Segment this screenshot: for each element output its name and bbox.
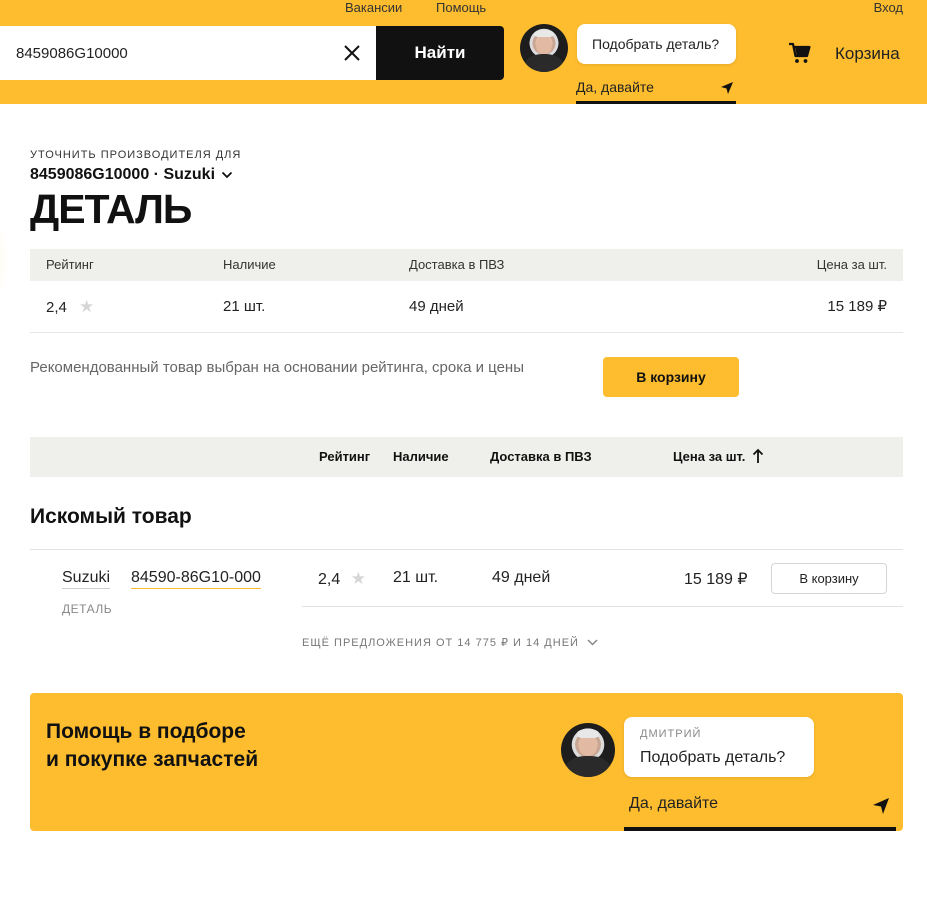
part-type-label: ДЕТАЛЬ [62,602,113,616]
cart-label[interactable]: Корзина [835,44,900,64]
chat-reply-label: Да, давайте [576,79,654,95]
rating-value: 2,4 [46,299,67,316]
refine-label: УТОЧНИТЬ ПРОИЗВОДИТЕЛЯ ДЛЯ [30,149,242,161]
chevron-down-icon [221,171,233,179]
cart-icon [789,42,811,63]
assistant-avatar[interactable] [520,24,568,72]
section-title: Искомый товар [30,505,192,528]
agent-avatar[interactable] [561,723,615,777]
page-title: ДЕТАЛЬ [30,186,192,232]
price-value: 15 189 ₽ [827,298,887,315]
clear-search-button[interactable] [340,41,364,65]
star-icon: ★ [350,569,366,588]
help-banner: Помощь в подборе и покупке запчастей ДМИ… [30,693,903,831]
close-icon [344,45,360,61]
offer-delivery: 49 дней [492,569,551,586]
link-help[interactable]: Помощь [436,0,486,15]
link-vacancies[interactable]: Вакансии [345,0,402,15]
agent-question: Подобрать деталь? [640,749,786,766]
recommended-row: 2,4 ★ 21 шт. 49 дней 15 189 ₽ [30,281,903,333]
cart-button[interactable] [788,41,812,65]
offer-rating: 2,4 ★ [318,569,366,589]
sort-delivery[interactable]: Доставка в ПВЗ [490,437,592,477]
offer-price: 15 189 ₽ [684,571,748,588]
divider [30,549,903,550]
chat-reply-button[interactable]: Да, давайте [576,76,736,104]
login-link[interactable]: Вход [874,0,903,15]
delivery-value: 49 дней [409,298,464,315]
manufacturer-selector-label: 8459086G10000 · Suzuki [30,166,216,183]
search-button[interactable]: Найти [376,26,504,80]
row-divider [302,606,903,607]
site-header: Вакансии Помощь Вход Найти Подобрать дет… [0,0,927,104]
offer-stock: 21 шт. [393,569,439,586]
search-box [0,26,376,80]
send-icon [873,798,889,814]
help-title-line2: и покупке запчастей [46,748,259,771]
agent-chat-bubble[interactable]: ДМИТРИЙ Подобрать деталь? [624,717,814,777]
help-title-line1: Помощь в подборе [46,720,246,743]
agent-reply-button[interactable]: Да, давайте [624,789,896,831]
add-to-cart-recommended-button[interactable]: В корзину [603,357,739,397]
offers-table-header: Рейтинг Наличие Доставка в ПВЗ Цена за ш… [30,437,903,477]
brand-link[interactable]: Suzuki [62,569,111,589]
star-icon: ★ [79,297,95,316]
help-title: Помощь в подборе и покупке запчастей [46,718,258,774]
header-delivery: Доставка в ПВЗ [409,257,505,272]
chat-bubble[interactable]: Подобрать деталь? [577,24,736,64]
agent-reply-label: Да, давайте [629,795,719,812]
more-offers-toggle[interactable]: ЕЩЁ ПРЕДЛОЖЕНИЯ ОТ 14 775 ₽ И 14 ДНЕЙ [302,636,598,649]
send-icon [721,82,733,94]
header-stock: Наличие [223,257,276,272]
sort-stock[interactable]: Наличие [393,437,449,477]
sort-rating[interactable]: Рейтинг [319,437,370,477]
header-price: Цена за шт. [816,257,887,272]
part-number-link[interactable]: 84590-86G10-000 [131,569,261,589]
agent-name: ДМИТРИЙ [640,728,702,740]
sort-price-label: Цена за шт. [673,449,746,464]
stock-value: 21 шт. [223,298,266,315]
decorative-glow [0,200,12,320]
recommendation-note: Рекомендованный товар выбран на основани… [30,359,524,376]
recommended-table-header: Рейтинг Наличие Доставка в ПВЗ Цена за ш… [30,249,903,281]
header-rating: Рейтинг [46,257,94,272]
search-input[interactable] [16,26,326,80]
add-to-cart-offer-button[interactable]: В корзину [771,563,887,594]
rating-cell: 2,4 ★ [46,281,94,334]
arrow-up-icon [752,448,764,463]
sort-price[interactable]: Цена за шт. [673,437,764,477]
more-offers-label: ЕЩЁ ПРЕДЛОЖЕНИЯ ОТ 14 775 ₽ И 14 ДНЕЙ [302,637,579,649]
chat-question: Подобрать деталь? [592,36,720,52]
chevron-down-icon [587,639,598,646]
manufacturer-selector[interactable]: 8459086G10000 · Suzuki [30,166,233,184]
offer-rating-value: 2,4 [318,571,341,588]
